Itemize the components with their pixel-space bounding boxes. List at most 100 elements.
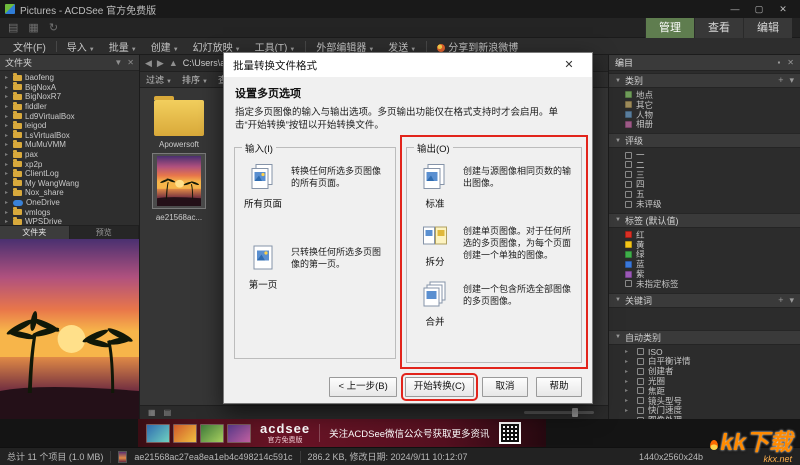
panel-menu-icon[interactable]: ▼ (114, 58, 122, 67)
expander-icon[interactable]: ▸ (5, 132, 13, 139)
up-icon[interactable]: ▲ (169, 58, 178, 68)
menu-batch[interactable]: 批量▼ (102, 39, 144, 54)
folder-tree-item[interactable]: ▸baofeng (5, 73, 139, 83)
dialog-close-button[interactable]: ✕ (555, 53, 583, 77)
expander-icon[interactable]: ▸ (5, 74, 13, 81)
menu-import[interactable]: 导入▼ (60, 39, 102, 54)
label-item-yellow[interactable]: 黄 (625, 240, 800, 250)
expander-icon[interactable]: ▸ (5, 113, 13, 120)
expander-icon[interactable]: ▸ (625, 387, 633, 394)
folder-tree-item[interactable]: ▸pax (5, 150, 139, 160)
checkbox-icon[interactable] (625, 152, 632, 159)
refresh-icon[interactable]: ↻ (49, 21, 58, 34)
checkbox-icon[interactable] (625, 161, 632, 168)
folder-tree-item[interactable]: ▸vmlogs (5, 207, 139, 217)
expander-icon[interactable]: ▸ (5, 161, 13, 168)
expander-icon[interactable]: ▸ (625, 407, 633, 414)
all-pages-icon[interactable] (250, 163, 276, 191)
sort-menu[interactable]: 排序▼ (182, 73, 208, 86)
menu-file[interactable]: 文件(F) (6, 39, 53, 54)
rating-item-unrated[interactable]: 未评级 (625, 199, 800, 209)
rating-item-3[interactable]: 三 (625, 170, 800, 180)
option-all-pages[interactable]: 所有页面 转换任何所选多页图像的所有页面。 (242, 163, 388, 210)
grid-view-icon[interactable]: ▤ (8, 21, 18, 34)
expander-icon[interactable]: ▸ (625, 417, 633, 419)
checkbox-icon[interactable] (625, 191, 632, 198)
folder-tree-item[interactable]: ▸LsVirtualBox (5, 131, 139, 141)
section-ratings[interactable]: ▼ 评级 (609, 133, 800, 148)
folder-tree-item[interactable]: ▸BigNoxR7 (5, 92, 139, 102)
view-mode-icon[interactable]: ▦ (148, 408, 156, 417)
first-page-icon[interactable] (250, 244, 276, 272)
expander-icon[interactable]: ▸ (625, 368, 633, 375)
rating-item-2[interactable]: 二 (625, 160, 800, 170)
tab-folders[interactable]: 文件夹 (0, 226, 70, 239)
checkbox-icon[interactable] (625, 181, 632, 188)
detail-mode-icon[interactable]: ▤ (164, 408, 172, 417)
folder-tree-item-onedrive[interactable]: ▸OneDrive (5, 198, 139, 208)
section-categories[interactable]: ▼ 类别 +▾ (609, 73, 800, 88)
checkbox-icon[interactable] (625, 171, 632, 178)
section-labels[interactable]: ▼ 标签 (默认值) (609, 213, 800, 228)
panel-close-icon[interactable]: ✕ (127, 58, 134, 67)
category-item-album[interactable]: 相册 (625, 119, 800, 129)
option-merge[interactable]: 合并 创建一个包含所选全部图像的多页图像。 (414, 281, 574, 328)
close-button[interactable]: ✕ (771, 0, 795, 18)
standard-output-icon[interactable] (422, 163, 448, 191)
label-item-red[interactable]: 红 (625, 230, 800, 240)
expander-icon[interactable]: ▸ (5, 180, 13, 187)
expander-icon[interactable]: ▸ (5, 170, 13, 177)
forward-icon[interactable]: ▶ (157, 58, 164, 69)
minimize-button[interactable]: — (723, 0, 747, 18)
zoom-slider-handle[interactable] (572, 408, 578, 417)
expander-icon[interactable]: ▸ (5, 189, 13, 196)
section-keywords[interactable]: ▼ 关键词 +▾ (609, 293, 800, 308)
expander-icon[interactable]: ▸ (625, 378, 633, 385)
split-output-icon[interactable] (422, 223, 448, 249)
label-item-blue[interactable]: 蓝 (625, 259, 800, 269)
folder-tile[interactable]: Apowersoft (148, 94, 210, 149)
rating-item-4[interactable]: 四 (625, 180, 800, 190)
tab-edit[interactable]: 编辑 (743, 18, 792, 38)
image-tile[interactable]: ae21568ac... (148, 153, 210, 222)
expander-icon[interactable]: ▸ (5, 209, 13, 216)
back-button[interactable]: < 上一步(B) (329, 377, 396, 397)
expander-icon[interactable]: ▸ (5, 103, 13, 110)
folder-tree-item[interactable]: ▸BigNoxA (5, 83, 139, 93)
option-split[interactable]: 拆分 创建单页图像。对于任何所选的多页图像，为每个页面创建一个单独的图像。 (414, 223, 574, 268)
merge-output-icon[interactable] (422, 281, 448, 309)
folder-tree-item[interactable]: ▸xp2p (5, 159, 139, 169)
tab-preview[interactable]: 预览 (70, 226, 140, 239)
expander-icon[interactable]: ▸ (5, 141, 13, 148)
expander-icon[interactable]: ▸ (625, 358, 633, 365)
label-item-none[interactable]: 未指定标签 (625, 279, 800, 289)
section-menu-icon[interactable]: ▾ (789, 295, 794, 306)
add-icon[interactable]: + (778, 75, 783, 86)
expander-icon[interactable]: ▸ (625, 348, 633, 355)
expander-icon[interactable]: ▸ (625, 397, 633, 404)
tab-view[interactable]: 查看 (694, 18, 743, 38)
folder-tree-item[interactable]: ▸leigod (5, 121, 139, 131)
image-thumbnail[interactable] (152, 153, 206, 209)
menu-create[interactable]: 创建▼ (144, 39, 186, 54)
folder-tree-item[interactable]: ▸ClientLog (5, 169, 139, 179)
thumbnails-icon[interactable]: ▦ (28, 21, 38, 34)
folder-tree-item[interactable]: ▸WPSDrive (5, 217, 139, 225)
folder-tree-item[interactable]: ▸My WangWang (5, 179, 139, 189)
cancel-button[interactable]: 取消 (482, 377, 528, 397)
expander-icon[interactable]: ▸ (5, 93, 13, 100)
section-auto-categories[interactable]: ▼ 自动类别 (609, 330, 800, 345)
back-icon[interactable]: ◀ (145, 58, 152, 69)
folder-tree-item[interactable]: ▸fiddler (5, 102, 139, 112)
panel-close-icon[interactable]: ✕ (787, 58, 794, 67)
expander-icon[interactable]: ▸ (5, 122, 13, 129)
folder-tree-item[interactable]: ▸Ld9VirtualBox (5, 111, 139, 121)
section-menu-icon[interactable]: ▾ (789, 75, 794, 86)
zoom-slider[interactable] (524, 411, 594, 414)
expander-icon[interactable]: ▸ (5, 218, 13, 225)
auto-cat-image-processing[interactable]: ▸图像处理 (625, 415, 800, 419)
checkbox-icon[interactable] (625, 201, 632, 208)
option-standard[interactable]: 标准 创建与源图像相同页数的输出图像。 (414, 163, 574, 210)
help-button[interactable]: 帮助 (536, 377, 582, 397)
option-first-page[interactable]: 第一页 只转换任何所选多页图像的第一页。 (242, 244, 388, 291)
